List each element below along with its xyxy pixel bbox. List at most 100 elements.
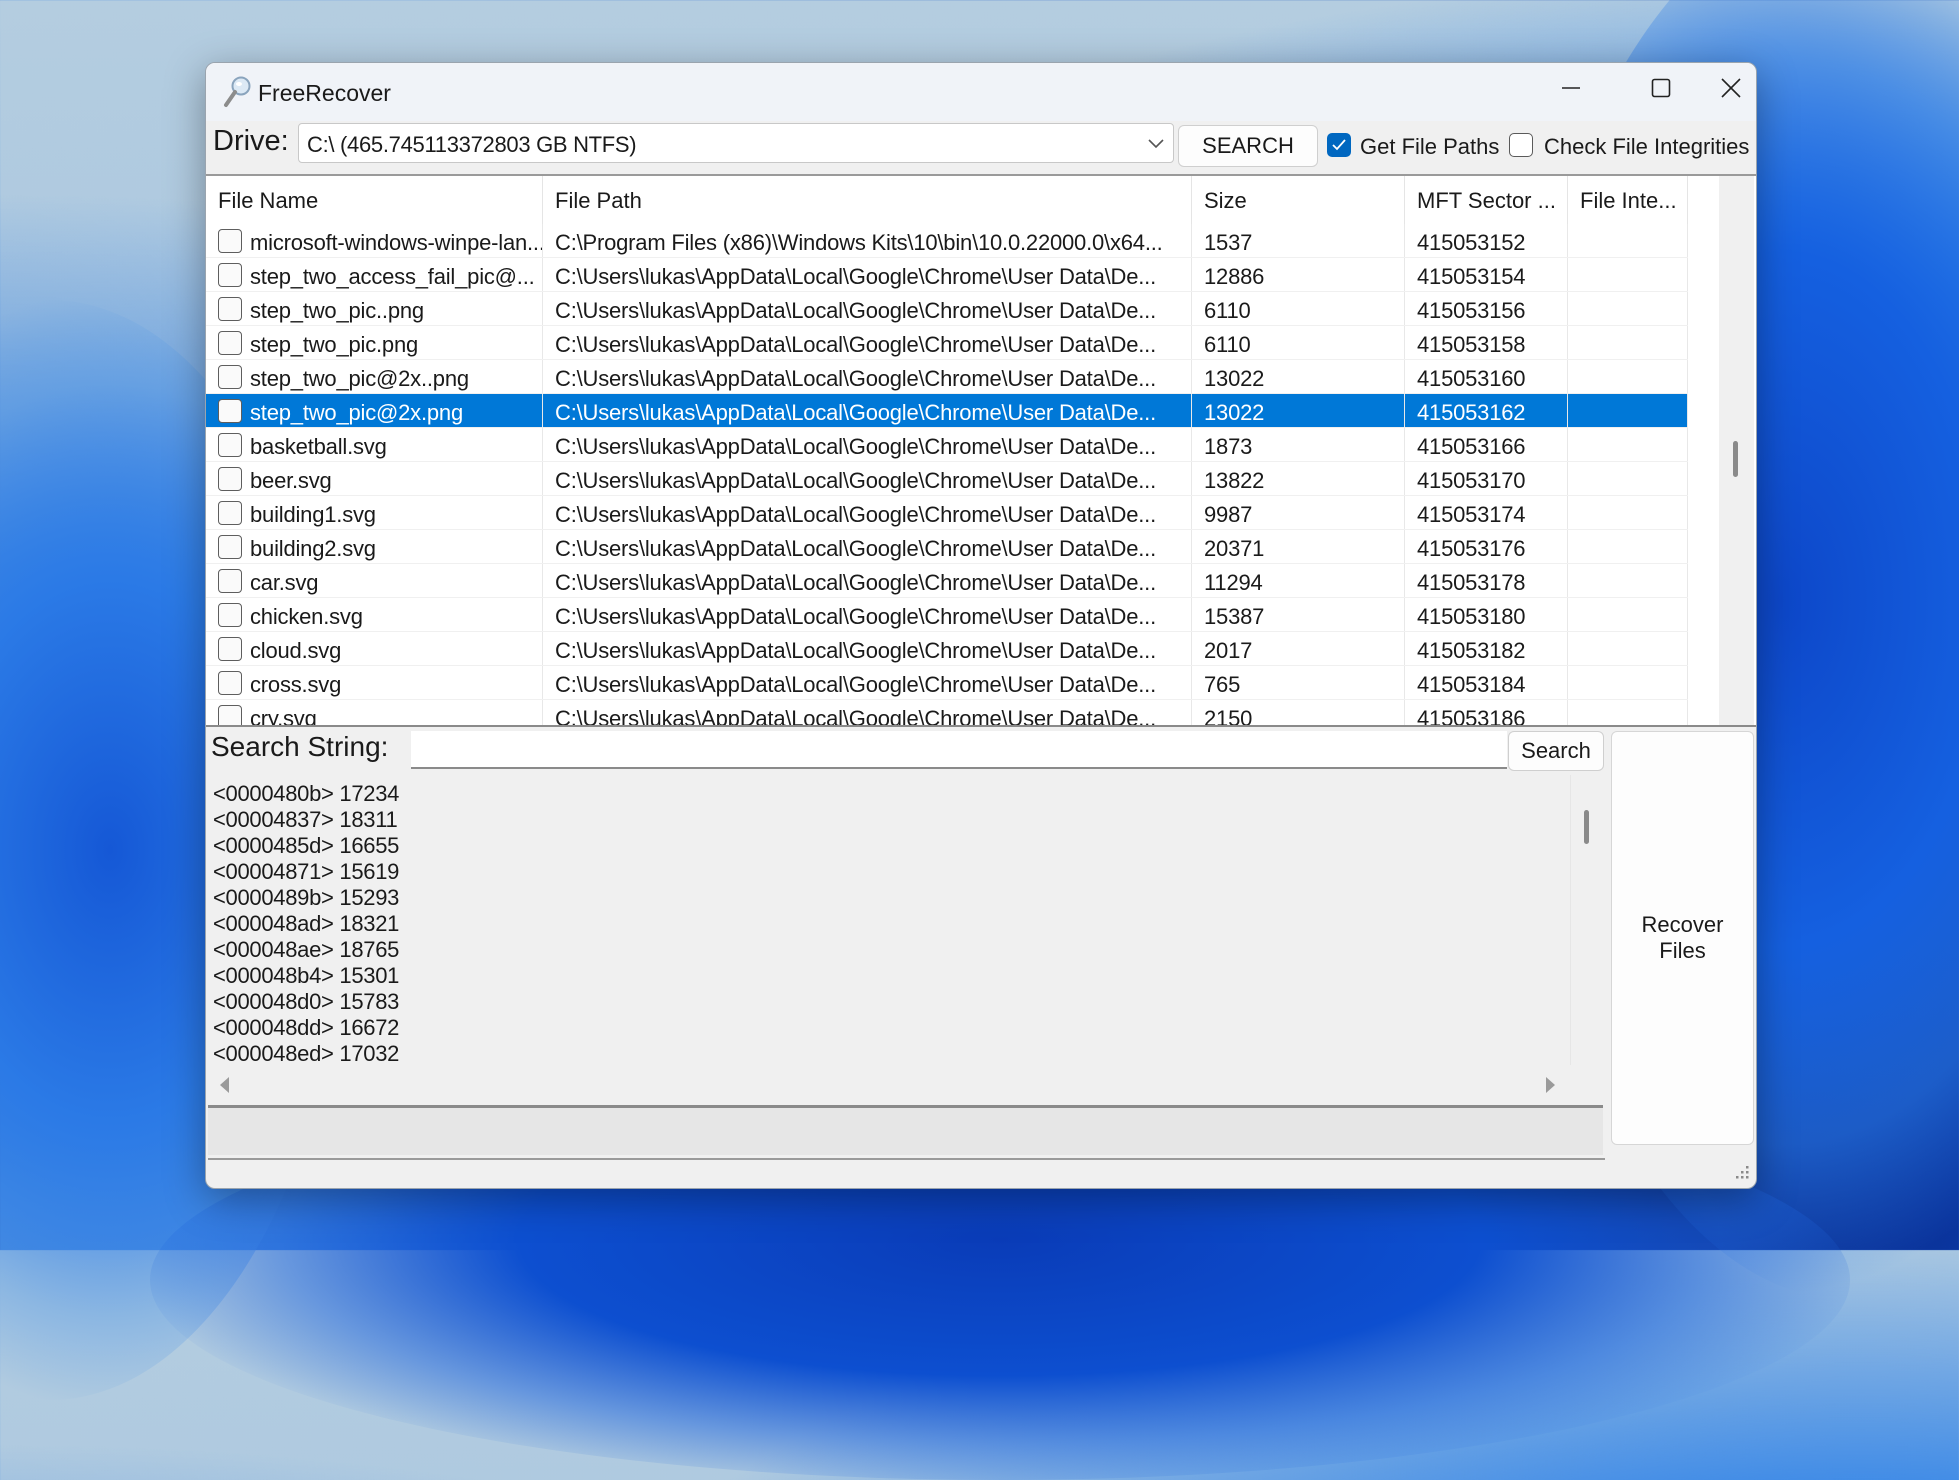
- table-row[interactable]: step_two_access_fail_pic@... C:\Users\luk…: [206, 258, 1688, 292]
- file-list[interactable]: File Name File Path Size MFT Sector ... …: [206, 174, 1756, 727]
- cell-mft-sector: 415053182: [1405, 632, 1568, 665]
- check-file-integrities-checkbox[interactable]: [1509, 133, 1533, 157]
- table-row[interactable]: step_two_pic..png C:\Users\lukas\AppData\…: [206, 292, 1688, 326]
- minimize-button[interactable]: [1526, 63, 1616, 113]
- table-row[interactable]: building1.svg C:\Users\lukas\AppData\Loca…: [206, 496, 1688, 530]
- drive-dropdown[interactable]: C:\ (465.745113372803 GB NTFS): [298, 123, 1174, 163]
- title-bar[interactable]: FreeRecover: [206, 63, 1756, 121]
- maximize-icon: [1651, 78, 1671, 98]
- freerecover-window: FreeRecover Drive: C:\ (465.745113372803…: [205, 62, 1757, 1189]
- drive-label: Drive:: [213, 125, 289, 157]
- close-button[interactable]: [1706, 63, 1756, 113]
- search-drive-button[interactable]: SEARCH: [1178, 125, 1318, 167]
- column-header-size[interactable]: Size: [1192, 176, 1405, 224]
- cell-file-integrity: [1568, 564, 1688, 597]
- resize-grip-icon[interactable]: [1732, 1164, 1750, 1182]
- column-header-file-path[interactable]: File Path: [543, 176, 1192, 224]
- get-file-paths-checkbox[interactable]: [1327, 133, 1351, 157]
- row-checkbox[interactable]: [218, 603, 242, 627]
- cell-size: 12886: [1192, 258, 1405, 291]
- cell-file-integrity: [1568, 700, 1688, 725]
- table-row[interactable]: car.svg C:\Users\lukas\AppData\Local\Goog…: [206, 564, 1688, 598]
- cell-file-path: C:\Users\lukas\AppData\Local\Google\Chro…: [543, 462, 1192, 495]
- log-line: <000048d0> 15783: [213, 989, 400, 1014]
- table-row[interactable]: step_two_pic@2x..png C:\Users\lukas\AppDa…: [206, 360, 1688, 394]
- row-checkbox[interactable]: [218, 433, 242, 457]
- scroll-right-arrow-icon[interactable]: [1546, 1077, 1555, 1093]
- file-list-scrollbar[interactable]: [1719, 176, 1754, 725]
- file-list-header: File Name File Path Size MFT Sector ... …: [206, 176, 1688, 224]
- table-row[interactable]: step_two_pic@2x.png C:\Users\lukas\AppDat…: [206, 394, 1688, 428]
- scrollbar-thumb[interactable]: [1584, 810, 1589, 844]
- row-checkbox[interactable]: [218, 535, 242, 559]
- scrollbar-thumb[interactable]: [1733, 441, 1738, 477]
- log-line: <0000489b> 15293: [213, 885, 400, 910]
- cell-mft-sector: 415053154: [1405, 258, 1568, 291]
- row-checkbox[interactable]: [218, 705, 242, 725]
- scroll-left-arrow-icon[interactable]: [220, 1077, 229, 1093]
- table-row[interactable]: microsoft-windows-winpe-lan... C:\Program…: [206, 224, 1688, 258]
- get-file-paths-label[interactable]: Get File Paths: [1360, 134, 1499, 160]
- recover-files-button[interactable]: Recover Files: [1611, 731, 1754, 1145]
- cell-mft-sector: 415053166: [1405, 428, 1568, 461]
- cell-file-integrity: [1568, 292, 1688, 325]
- cell-mft-sector: 415053184: [1405, 666, 1568, 699]
- row-checkbox[interactable]: [218, 671, 242, 695]
- cell-size: 13022: [1192, 360, 1405, 393]
- cell-file-name: step_two_access_fail_pic@...: [206, 258, 543, 291]
- table-row[interactable]: beer.svg C:\Users\lukas\AppData\Local\Goo…: [206, 462, 1688, 496]
- progress-panel: [208, 1105, 1603, 1155]
- cell-file-name: building2.svg: [206, 530, 543, 563]
- table-row[interactable]: cry.svg C:\Users\lukas\AppData\Local\Goog…: [206, 700, 1688, 725]
- row-checkbox[interactable]: [218, 331, 242, 355]
- column-header-file-name[interactable]: File Name: [206, 176, 543, 224]
- cell-file-path: C:\Users\lukas\AppData\Local\Google\Chro…: [543, 700, 1192, 725]
- table-row[interactable]: step_two_pic.png C:\Users\lukas\AppData\L…: [206, 326, 1688, 360]
- cell-file-integrity: [1568, 632, 1688, 665]
- row-checkbox[interactable]: [218, 263, 242, 287]
- cell-mft-sector: 415053160: [1405, 360, 1568, 393]
- cell-file-integrity: [1568, 258, 1688, 291]
- output-log[interactable]: <0000480b> 17234 <00004837> 18311 <0000485…: [208, 775, 1605, 1160]
- table-row[interactable]: building2.svg C:\Users\lukas\AppData\Loca…: [206, 530, 1688, 564]
- cell-size: 15387: [1192, 598, 1405, 631]
- minimize-icon: [1562, 87, 1580, 89]
- cell-mft-sector: 415053176: [1405, 530, 1568, 563]
- row-checkbox[interactable]: [218, 229, 242, 253]
- cell-size: 1873: [1192, 428, 1405, 461]
- cell-file-name: chicken.svg: [206, 598, 543, 631]
- column-header-mft-sector[interactable]: MFT Sector ...: [1405, 176, 1568, 224]
- checkmark-icon: [1332, 139, 1346, 151]
- log-line: <00004837> 18311: [213, 807, 398, 832]
- cell-file-name: cross.svg: [206, 666, 543, 699]
- maximize-button[interactable]: [1616, 63, 1706, 113]
- row-checkbox[interactable]: [218, 365, 242, 389]
- cell-mft-sector: 415053152: [1405, 224, 1568, 257]
- search-string-input[interactable]: [411, 731, 1507, 769]
- table-row[interactable]: basketball.svg C:\Users\lukas\AppData\Loc…: [206, 428, 1688, 462]
- cell-file-integrity: [1568, 224, 1688, 257]
- log-line: <000048ae> 18765: [213, 937, 400, 962]
- row-checkbox[interactable]: [218, 569, 242, 593]
- log-horizontal-scrollbar[interactable]: [208, 1067, 1603, 1103]
- column-header-file-integrity[interactable]: File Inte...: [1568, 176, 1688, 224]
- table-row[interactable]: cross.svg C:\Users\lukas\AppData\Local\Go…: [206, 666, 1688, 700]
- log-line: <0000480b> 17234: [213, 781, 400, 806]
- check-file-integrities-label[interactable]: Check File Integrities: [1544, 134, 1749, 160]
- cell-file-name: step_two_pic@2x..png: [206, 360, 543, 393]
- row-checkbox[interactable]: [218, 297, 242, 321]
- log-vertical-scrollbar[interactable]: [1570, 775, 1604, 1065]
- cell-file-path: C:\Users\lukas\AppData\Local\Google\Chro…: [543, 292, 1192, 325]
- search-string-button[interactable]: Search: [1508, 731, 1604, 771]
- log-line: <000048ed> 17032: [213, 1041, 400, 1061]
- cell-file-name: step_two_pic..png: [206, 292, 543, 325]
- table-row[interactable]: cloud.svg C:\Users\lukas\AppData\Local\Go…: [206, 632, 1688, 666]
- cell-file-name: basketball.svg: [206, 428, 543, 461]
- table-row[interactable]: chicken.svg C:\Users\lukas\AppData\Local\…: [206, 598, 1688, 632]
- window-title: FreeRecover: [258, 80, 391, 106]
- log-line: <00004871> 15619: [213, 859, 400, 884]
- row-checkbox[interactable]: [218, 637, 242, 661]
- row-checkbox[interactable]: [218, 467, 242, 491]
- row-checkbox[interactable]: [218, 399, 242, 423]
- row-checkbox[interactable]: [218, 501, 242, 525]
